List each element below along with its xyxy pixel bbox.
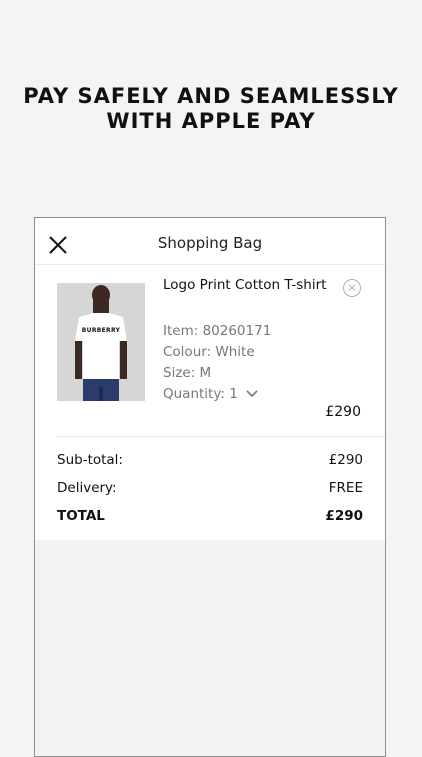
product-name[interactable]: Logo Print Cotton T-shirt (163, 277, 326, 293)
subtotal-value: £290 (328, 452, 363, 468)
bag-title: Shopping Bag (157, 234, 263, 252)
item-size: Size: M (163, 365, 212, 381)
empty-area (35, 540, 385, 756)
promo-headline: PAY SAFELY AND SEAMLESSLY WITH APPLE PAY (0, 84, 422, 134)
delivery-row: Delivery: FREE (57, 480, 363, 496)
promo-headline-line-1: PAY SAFELY AND SEAMLESSLY (23, 84, 399, 108)
total-value: £290 (325, 508, 363, 524)
product-image[interactable]: BURBERRY (57, 283, 145, 401)
bag-item: BURBERRY Logo Print Cotton T-shirt × Ite… (35, 265, 385, 437)
remove-circle-x-icon[interactable]: × (343, 279, 361, 297)
item-colour: Colour: White (163, 344, 255, 360)
quantity-selector[interactable]: Quantity: 1 (163, 386, 258, 402)
subtotal-label: Sub-total: (57, 452, 123, 468)
chevron-down-icon (246, 386, 258, 402)
bag-header: Shopping Bag (35, 218, 385, 265)
subtotal-row: Sub-total: £290 (57, 452, 363, 468)
promo-headline-line-2: WITH APPLE PAY (106, 109, 316, 133)
divider (57, 436, 385, 437)
delivery-label: Delivery: (57, 480, 117, 496)
total-label: TOTAL (57, 508, 105, 524)
quantity-label: Quantity: 1 (163, 386, 238, 402)
item-price: £290 (325, 404, 361, 420)
phone-screen: Shopping Bag BURBERRY Logo Print Cotton … (34, 217, 386, 757)
item-number: Item: 80260171 (163, 323, 272, 339)
total-row: TOTAL £290 (57, 508, 363, 524)
tshirt-logo-text: BURBERRY (81, 327, 121, 334)
delivery-value: FREE (328, 480, 363, 496)
